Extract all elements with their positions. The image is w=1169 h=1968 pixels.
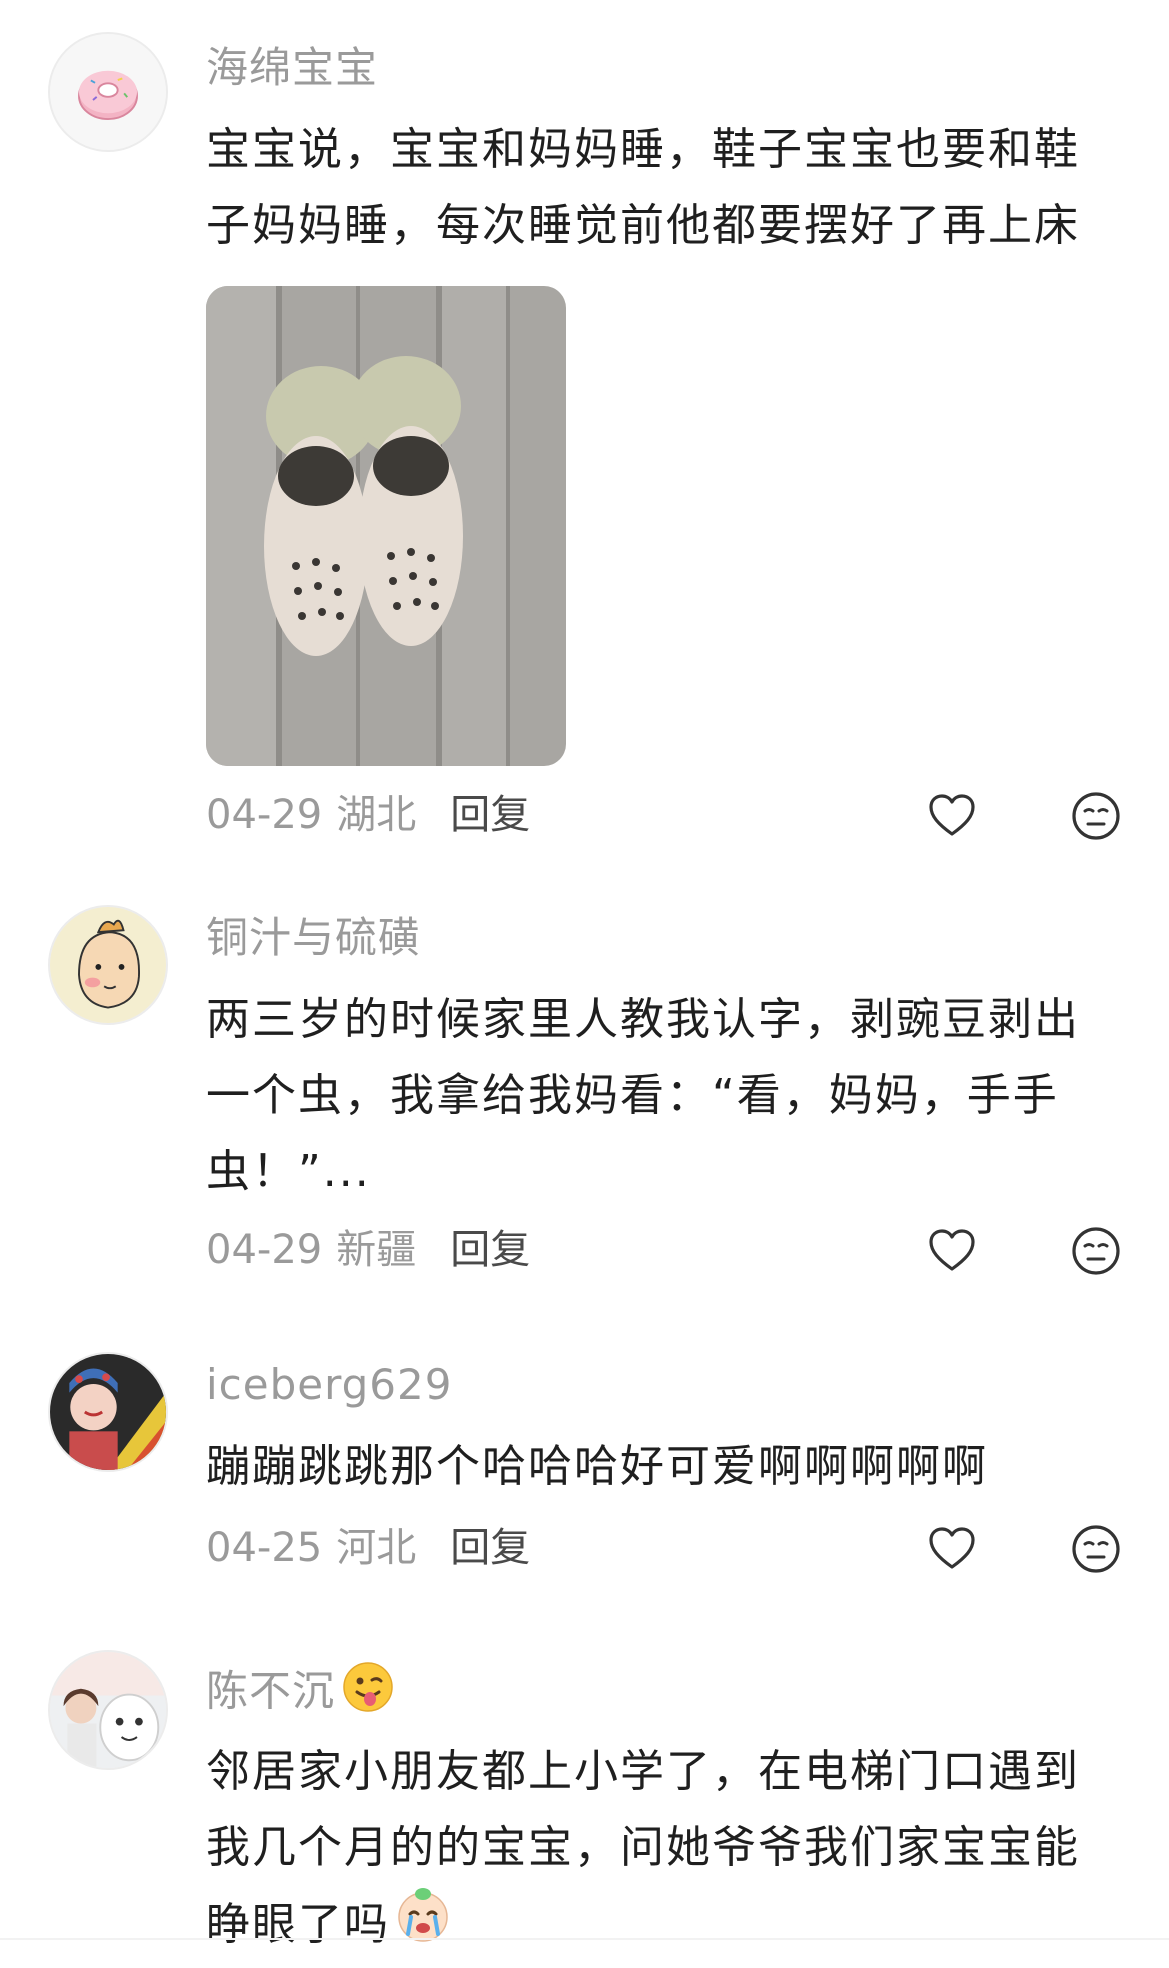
avatar[interactable] <box>48 905 168 1025</box>
comment-region: 河北 <box>336 1525 417 1571</box>
heart-outline-icon <box>929 794 975 836</box>
comment-meta: 04-29 湖北 回复 <box>206 785 530 845</box>
divider <box>0 1938 1169 1940</box>
comment-text: 蹦蹦跳跳那个哈哈哈好可爱啊啊啊啊啊 <box>206 1441 988 1492</box>
like-button[interactable] <box>926 790 978 842</box>
dislike-button[interactable] <box>1070 1225 1122 1277</box>
avatar[interactable] <box>48 1352 168 1472</box>
comment-meta: 04-25 河北 回复 <box>206 1518 530 1578</box>
avatar[interactable] <box>48 32 168 152</box>
username[interactable]: iceberg629 <box>206 1357 452 1413</box>
reply-button[interactable]: 回复 <box>450 1227 530 1273</box>
comment-date: 04-29 <box>206 1227 323 1273</box>
username[interactable]: 陈不沉 <box>206 1660 395 1728</box>
reply-button[interactable]: 回复 <box>450 792 530 838</box>
comment-region: 湖北 <box>336 792 417 838</box>
avatar[interactable] <box>48 1650 168 1770</box>
neutral-face-icon <box>1072 792 1120 840</box>
crying-baby-emoji <box>394 1886 452 1968</box>
heart-outline-icon <box>929 1527 975 1569</box>
comment-photo[interactable] <box>206 286 566 766</box>
username-text: 陈不沉 <box>206 1666 336 1716</box>
reply-button[interactable]: 回复 <box>450 1525 530 1571</box>
username[interactable]: 铜汁与硫磺 <box>206 910 421 966</box>
comment-text: 邻居家小朋友都上小学了，在电梯门口遇到我几个月的的宝宝，问她爷爷我们家宝宝能睁眼… <box>206 1734 1116 1968</box>
comment-text: 宝宝说，宝宝和妈妈睡，鞋子宝宝也要和鞋子妈妈睡，每次睡觉前他都要摆好了再上床 <box>206 124 1080 251</box>
neutral-face-icon <box>1072 1525 1120 1573</box>
comment-text: 两三岁的时候家里人教我认字，剥豌豆剥出一个虫，我拿给我妈看：“看，妈妈，手手虫！… <box>206 994 1080 1197</box>
neutral-face-icon <box>1072 1227 1120 1275</box>
dislike-button[interactable] <box>1070 1523 1122 1575</box>
comment-region: 新疆 <box>336 1227 417 1273</box>
like-button[interactable] <box>926 1225 978 1277</box>
comment-date: 04-29 <box>206 792 323 838</box>
like-button[interactable] <box>926 1523 978 1575</box>
comment-date: 04-25 <box>206 1525 323 1571</box>
winking-tongue-emoji <box>341 1660 395 1728</box>
username[interactable]: 海绵宝宝 <box>206 40 378 96</box>
comment-meta: 04-29 新疆 回复 <box>206 1220 530 1280</box>
heart-outline-icon <box>929 1229 975 1271</box>
comment-text-content: 邻居家小朋友都上小学了，在电梯门口遇到我几个月的的宝宝，问她爷爷我们家宝宝能睁眼… <box>206 1746 1080 1950</box>
dislike-button[interactable] <box>1070 790 1122 842</box>
